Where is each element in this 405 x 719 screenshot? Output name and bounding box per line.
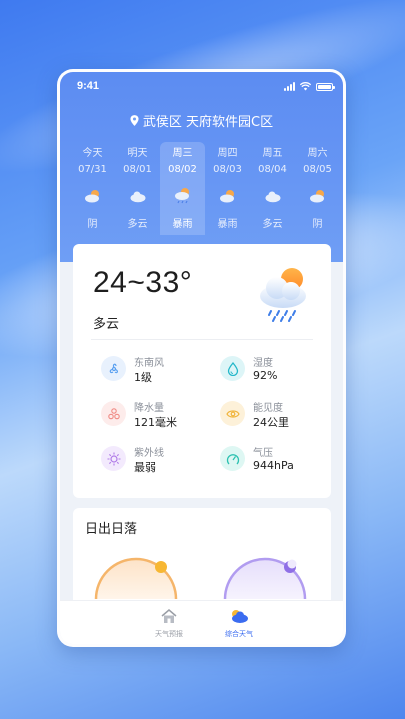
detail-visibility: 能见度 24公里 — [220, 397, 320, 437]
tab-label: 天气预报 — [155, 630, 183, 638]
daily-forecast: 今天 07/31 阴 明天 08/01 多云 周三 08/02 暴雨 周四 08… — [70, 142, 340, 235]
detail-humidity: 湿度 92% — [220, 352, 320, 392]
detail-label: 紫外线 — [134, 448, 164, 459]
temperature-range: 24~33° — [93, 266, 193, 299]
forecast-condition: 暴雨 — [172, 219, 193, 230]
rain-cloud-sun-icon — [257, 266, 309, 322]
phone-frame: 9:41 武侯区 天府软件园C区 今天 07/31 阴 明天 08/01 多云 … — [57, 69, 346, 647]
forecast-condition: 阴 — [312, 219, 323, 230]
location-name: 武侯区 天府软件园C区 — [142, 115, 274, 130]
forecast-date: 08/04 — [258, 164, 287, 175]
detail-pressure: 气压 944hPa — [220, 442, 320, 482]
detail-label: 东南风 — [134, 358, 164, 369]
cloud-icon — [115, 185, 160, 207]
forecast-condition: 多云 — [127, 219, 148, 230]
forecast-date: 08/03 — [213, 164, 242, 175]
bottom-tab-bar: 天气预报 综合天气 — [60, 600, 343, 644]
forecast-condition: 多云 — [262, 219, 283, 230]
detail-value: 最弱 — [134, 461, 156, 474]
detail-label: 降水量 — [134, 403, 164, 414]
detail-value: 944hPa — [253, 459, 294, 472]
forecast-date: 08/05 — [303, 164, 332, 175]
forecast-date: 08/01 — [123, 164, 152, 175]
status-time: 9:41 — [77, 80, 100, 92]
detail-uv: 紫外线 最弱 — [101, 442, 201, 482]
location-pin-icon — [130, 115, 139, 126]
droplet-icon — [220, 356, 245, 381]
forecast-day[interactable]: 今天 07/31 阴 — [70, 142, 115, 235]
sunrise-arc — [93, 549, 179, 599]
forecast-day-name: 今天 — [82, 148, 103, 159]
cloud-icon — [250, 185, 295, 207]
forecast-day[interactable]: 周五 08/04 多云 — [250, 142, 295, 235]
forecast-day[interactable]: 明天 08/01 多云 — [115, 142, 160, 235]
detail-value: 1级 — [134, 371, 152, 384]
rain-drops-icon — [101, 401, 126, 426]
eye-icon — [220, 401, 245, 426]
tab-weather-forecast[interactable]: 天气预报 — [139, 605, 199, 639]
house-icon — [139, 605, 199, 627]
forecast-day-name: 周六 — [307, 148, 328, 159]
today-weather-card: 24~33° 多云 东南风 1级 湿度 92% 降水量 121毫米 能见度 24… — [73, 244, 331, 498]
forecast-day-name: 周五 — [262, 148, 283, 159]
divider — [91, 339, 313, 340]
sunset-arc — [222, 549, 308, 599]
detail-wind: 东南风 1级 — [101, 352, 201, 392]
detail-label: 能见度 — [253, 403, 283, 414]
forecast-date: 07/31 — [78, 164, 107, 175]
detail-label: 湿度 — [253, 358, 273, 369]
detail-precipitation: 降水量 121毫米 — [101, 397, 201, 437]
section-title: 日出日落 — [85, 522, 138, 537]
cloudy-sun-icon — [295, 185, 340, 207]
current-condition: 多云 — [93, 317, 120, 332]
forecast-day[interactable]: 周四 08/03 暴雨 — [205, 142, 250, 235]
tab-label: 综合天气 — [225, 630, 253, 638]
tab-comprehensive-weather[interactable]: 综合天气 — [209, 605, 269, 639]
detail-value: 24公里 — [253, 416, 289, 429]
detail-value: 92% — [253, 369, 278, 382]
weather-cloud-icon — [209, 605, 269, 627]
rain-sun-icon — [160, 185, 205, 207]
forecast-day-name: 明天 — [127, 148, 148, 159]
cloudy-sun-icon — [205, 185, 250, 207]
wind-icon — [101, 356, 126, 381]
forecast-day-name: 周四 — [217, 148, 238, 159]
cloudy-sun-icon — [70, 185, 115, 207]
forecast-day-name: 周三 — [172, 148, 193, 159]
battery-icon — [316, 82, 335, 91]
sun-icon — [155, 561, 167, 573]
forecast-day-selected[interactable]: 周三 08/02 暴雨 — [160, 142, 205, 235]
location-header[interactable]: 武侯区 天府软件园C区 — [60, 111, 343, 130]
status-bar: 9:41 — [60, 80, 343, 94]
detail-label: 气压 — [253, 448, 273, 459]
wifi-icon — [300, 82, 311, 91]
forecast-date: 08/02 — [168, 164, 197, 175]
forecast-condition: 暴雨 — [217, 219, 238, 230]
forecast-condition: 阴 — [87, 219, 98, 230]
gauge-icon — [220, 446, 245, 471]
detail-value: 121毫米 — [134, 416, 177, 429]
signal-icon — [284, 82, 295, 91]
forecast-day[interactable]: 周六 08/05 阴 — [295, 142, 340, 235]
uv-sun-icon — [101, 446, 126, 471]
